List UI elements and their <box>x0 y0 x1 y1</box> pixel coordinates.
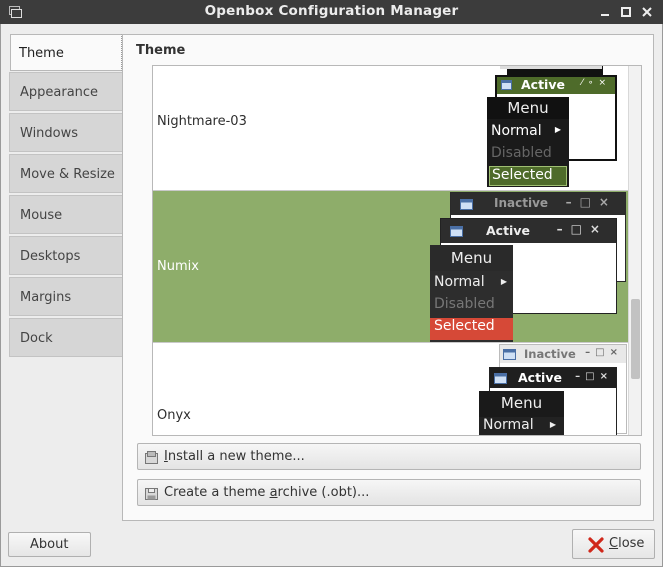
preview-active-label: Active <box>486 223 530 238</box>
preview-menu-title: Menu <box>430 245 513 271</box>
sidebar-item-label: Appearance <box>20 85 99 100</box>
preview-active-label: Active <box>521 77 565 92</box>
theme-preview: Active ⁄∘× Menu Normal ▶ Disabled Selecte… <box>485 66 629 190</box>
preview-inactive-label: Inactive <box>524 347 576 361</box>
theme-name: Onyx <box>157 408 191 423</box>
preview-menu-disabled: Disabled <box>491 145 552 161</box>
about-button[interactable]: About <box>8 532 91 557</box>
sidebar-item-label: Desktops <box>20 249 81 264</box>
close-icon <box>588 537 604 553</box>
preview-menu-normal: Normal ▶ <box>491 123 561 139</box>
window-icon <box>460 199 473 210</box>
sidebar-item-desktops[interactable]: Desktops <box>9 236 123 275</box>
sidebar-item-theme[interactable]: Theme <box>10 34 122 71</box>
preview-menu-selected: Selected <box>489 166 567 186</box>
sidebar-item-mouse[interactable]: Mouse <box>9 195 123 234</box>
minimize-icon[interactable] <box>598 5 612 19</box>
close-button[interactable]: Close <box>572 529 655 559</box>
maximize-icon[interactable] <box>619 5 633 19</box>
sidebar-item-dock[interactable]: Dock <box>9 318 123 357</box>
theme-name: Nightmare-03 <box>157 114 247 129</box>
window-icon <box>501 80 512 90</box>
preview-menu: Menu Normal ▶ Disabled Selected <box>430 245 513 343</box>
preview-menu-disabled: Disabled <box>434 296 495 312</box>
window-buttons-icon: –□× <box>556 222 608 236</box>
preview-menu: Menu Normal ▶ <box>479 391 564 435</box>
sidebar-item-margins[interactable]: Margins <box>9 277 123 316</box>
sidebar-item-label: Move & Resize <box>20 167 115 182</box>
sidebar-item-label: Dock <box>20 331 53 346</box>
window-title: Openbox Configuration Manager <box>204 3 459 19</box>
about-label: About <box>30 537 69 552</box>
window-icon <box>494 373 507 384</box>
theme-list-scrollbar[interactable] <box>628 66 641 435</box>
sidebar-item-windows[interactable]: Windows <box>9 113 123 152</box>
install-icon <box>145 451 158 464</box>
sidebar-item-move-resize[interactable]: Move & Resize <box>9 154 123 193</box>
preview-inactive-label: Inactive <box>494 196 549 210</box>
sidebar-item-label: Mouse <box>20 208 63 223</box>
theme-row-numix[interactable]: Numix Inactive –□× Active –□× Menu Norma… <box>153 191 629 343</box>
window-buttons-icon: –□× <box>565 195 617 209</box>
close-label: Close <box>609 536 645 551</box>
install-theme-button[interactable]: Install a new theme... <box>137 443 641 470</box>
theme-preview: Inactive –□× Active –□× Menu Normal ▶ Dis… <box>429 191 629 343</box>
title-bar[interactable]: Openbox Configuration Manager <box>0 0 663 24</box>
preview-menu-title: Menu <box>487 97 569 119</box>
sidebar-item-appearance[interactable]: Appearance <box>9 72 123 111</box>
create-archive-label: Create a theme archive (.obt)... <box>164 485 370 500</box>
sidebar-item-label: Theme <box>19 46 64 61</box>
archive-icon <box>145 488 158 500</box>
create-archive-button[interactable]: Create a theme archive (.obt)... <box>137 479 641 506</box>
sidebar-item-label: Margins <box>20 290 72 305</box>
theme-list[interactable]: Nightmare-03 Active ⁄∘× Menu Normal ▶ Dis… <box>152 65 642 436</box>
close-icon[interactable] <box>640 5 654 19</box>
preview-active-label: Active <box>518 370 562 385</box>
submenu-arrow-icon: ▶ <box>554 125 561 134</box>
window-icon <box>503 349 516 360</box>
window-buttons-icon: –□× <box>585 347 623 358</box>
window-buttons-icon: ⁄∘× <box>581 78 611 88</box>
preview-menu-title: Menu <box>479 391 564 417</box>
preview-menu-normal: Normal ▶ <box>434 274 507 290</box>
preview-menu: Menu Normal ▶ Disabled Selected <box>487 97 569 187</box>
theme-preview: Inactive –□× Active –□× Menu Normal ▶ <box>478 343 629 435</box>
preview-menu-normal: Normal ▶ <box>483 417 556 433</box>
theme-name: Numix <box>157 259 199 274</box>
scrollbar-thumb[interactable] <box>631 299 640 379</box>
submenu-arrow-icon: ▶ <box>500 277 507 286</box>
section-title: Theme <box>136 43 186 58</box>
theme-row-nightmare-03[interactable]: Nightmare-03 Active ⁄∘× Menu Normal ▶ Dis… <box>153 66 629 190</box>
preview-menu-selected: Selected <box>430 318 513 340</box>
submenu-arrow-icon: ▶ <box>549 420 556 429</box>
window-icon <box>450 226 463 237</box>
install-theme-label: Install a new theme... <box>164 449 305 464</box>
sidebar-item-label: Windows <box>20 126 79 141</box>
theme-row-onyx[interactable]: Onyx Inactive –□× Active –□× Menu Normal… <box>153 343 629 435</box>
window-buttons-icon: –□× <box>575 371 613 382</box>
